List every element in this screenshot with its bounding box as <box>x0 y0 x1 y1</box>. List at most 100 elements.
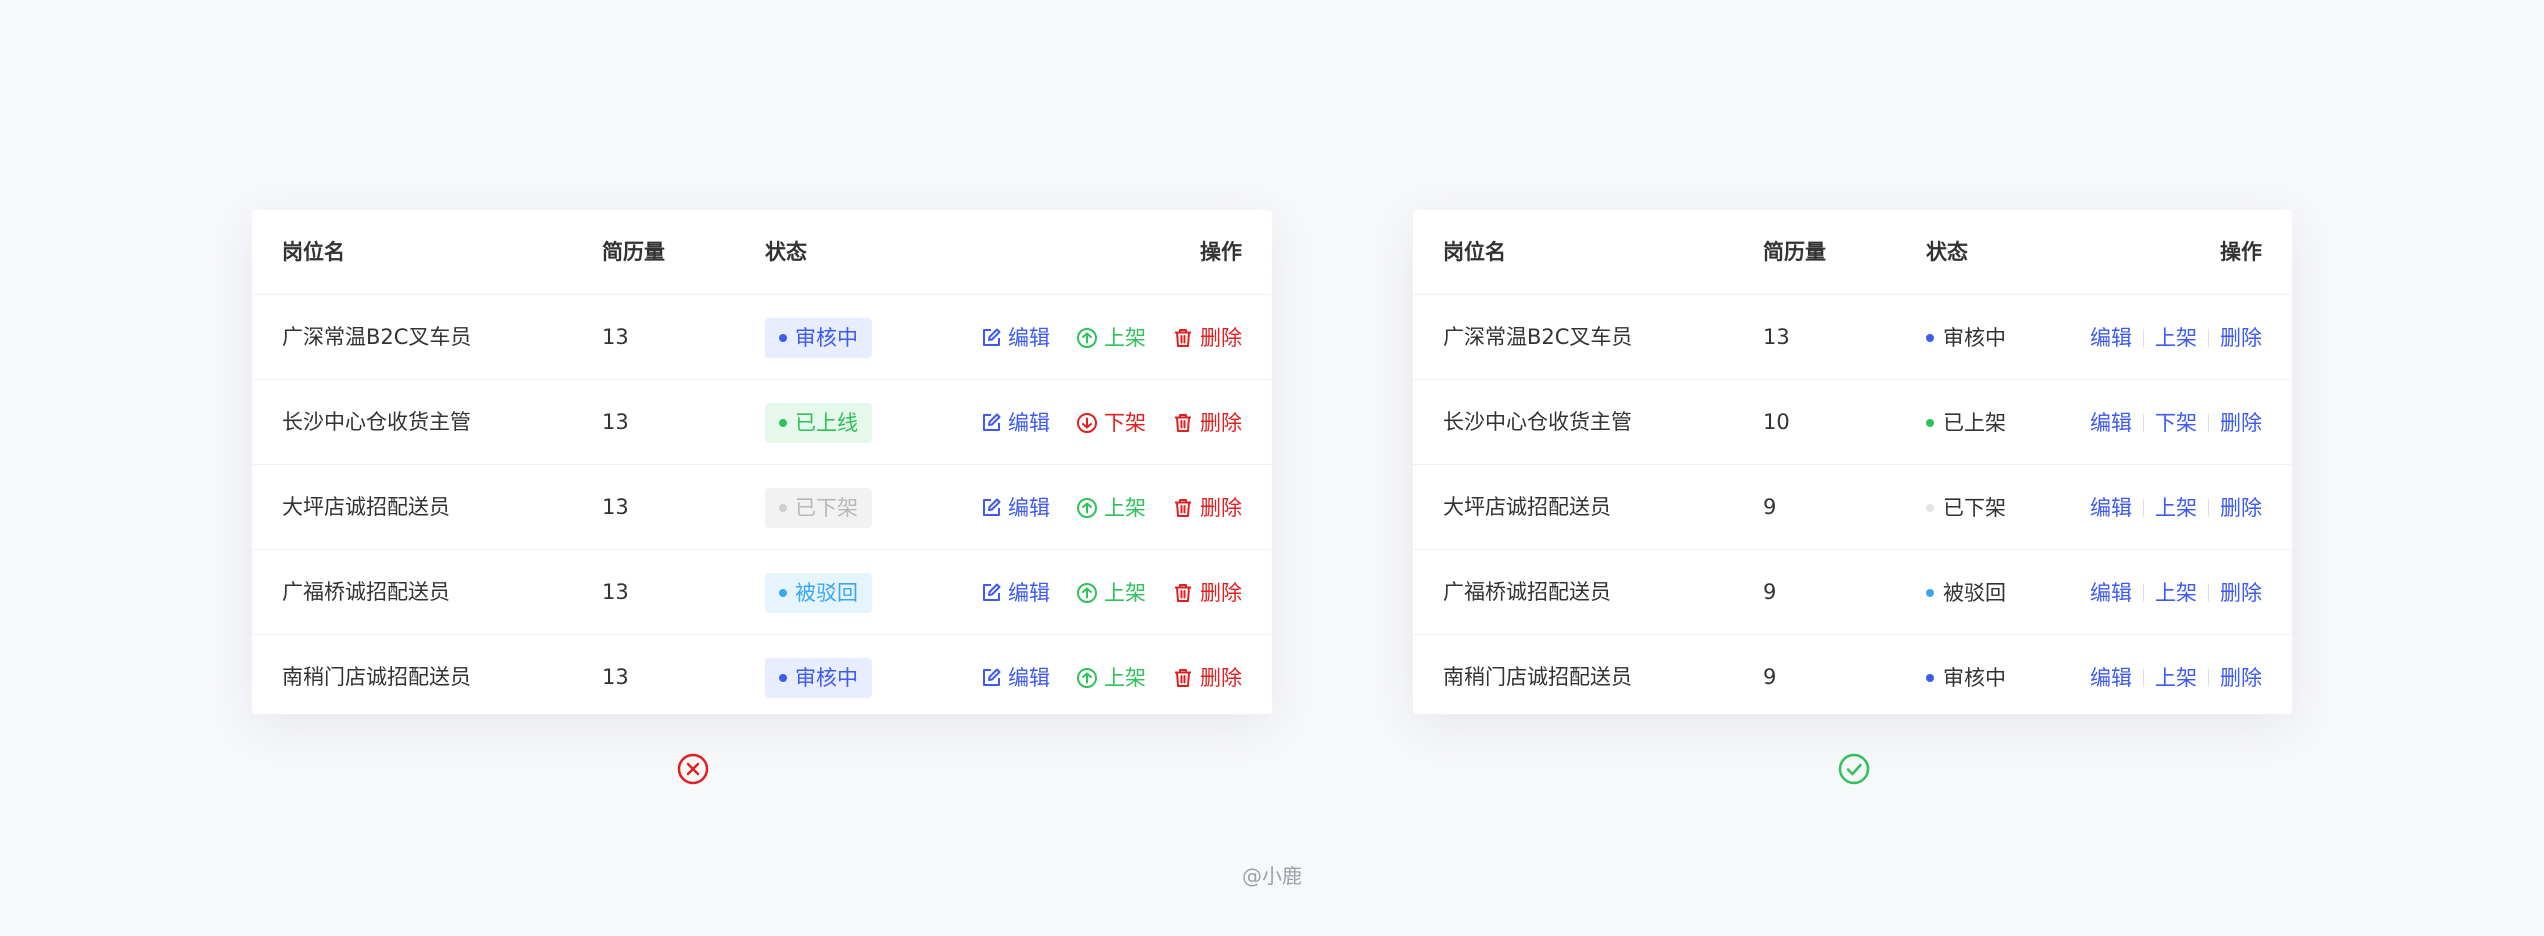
publish-link[interactable]: 上架 <box>2155 326 2197 350</box>
edit-button[interactable]: 编辑 <box>980 296 1050 380</box>
table-row: 大坪店诚招配送员 13 已下架 编辑 上架 删除 <box>252 465 1272 550</box>
delete-link[interactable]: 删除 <box>2220 581 2262 605</box>
status-dot <box>1926 334 1934 342</box>
delete-button[interactable]: 删除 <box>1172 551 1242 635</box>
resume-count: 9 <box>1763 495 1777 519</box>
edit-button[interactable]: 编辑 <box>980 636 1050 714</box>
column-header-ops: 操作 <box>1200 240 1242 264</box>
action-divider <box>2143 584 2144 602</box>
status-cell: 审核中 <box>1926 635 2006 714</box>
status-label: 被驳回 <box>795 581 858 605</box>
delete-button[interactable]: 删除 <box>1172 296 1242 380</box>
trash-icon <box>1175 499 1191 517</box>
resume-count: 13 <box>1763 325 1790 349</box>
edit-button[interactable]: 编辑 <box>980 381 1050 465</box>
publish-link[interactable]: 上架 <box>2155 581 2197 605</box>
status-dot <box>1926 419 1934 427</box>
edit-icon <box>983 498 1001 516</box>
status-indicator: 审核中 <box>1926 636 2006 714</box>
row-actions: 编辑 下架 删除 <box>980 380 1242 464</box>
status-dot <box>779 419 787 427</box>
edit-button-label: 编辑 <box>1008 581 1050 605</box>
status-label: 审核中 <box>1943 326 2006 350</box>
table-row: 长沙中心仓收货主管 13 已上线 编辑 下架 删除 <box>252 380 1272 465</box>
status-label: 已下架 <box>795 496 858 520</box>
column-header-status: 状态 <box>1926 240 1968 264</box>
publish-button-label: 上架 <box>1104 496 1146 520</box>
delete-link[interactable]: 删除 <box>2220 666 2262 690</box>
delete-link[interactable]: 删除 <box>2220 326 2262 350</box>
status-label: 审核中 <box>795 326 858 350</box>
column-header-count: 简历量 <box>1763 240 1826 264</box>
status-label: 审核中 <box>795 666 858 690</box>
edit-button-label: 编辑 <box>1008 326 1050 350</box>
trash-icon <box>1175 584 1191 602</box>
edit-link[interactable]: 编辑 <box>2090 326 2132 350</box>
job-name: 大坪店诚招配送员 <box>1443 495 1611 519</box>
edit-button[interactable]: 编辑 <box>980 551 1050 635</box>
delete-button[interactable]: 删除 <box>1172 466 1242 550</box>
row-actions: 编辑 上架 删除 <box>980 635 1242 714</box>
delete-button[interactable]: 删除 <box>1172 636 1242 714</box>
status-tag: 审核中 <box>765 658 872 698</box>
action-divider <box>2143 329 2144 347</box>
delete-link[interactable]: 删除 <box>2220 411 2262 435</box>
column-header-name: 岗位名 <box>282 240 345 264</box>
delete-button-label: 删除 <box>1200 326 1242 350</box>
edit-link[interactable]: 编辑 <box>2090 581 2132 605</box>
status-indicator: 审核中 <box>1926 296 2006 380</box>
status-dot <box>779 334 787 342</box>
author-credit: @小鹿 <box>1242 864 1302 888</box>
status-cell: 已下架 <box>1926 465 2006 549</box>
delete-link[interactable]: 删除 <box>2220 496 2262 520</box>
publish-button-label: 上架 <box>1104 581 1146 605</box>
status-cell: 被驳回 <box>765 550 872 634</box>
status-indicator: 已下架 <box>1926 466 2006 550</box>
table-row: 广深常温B2C叉车员 13 审核中 编辑 上架 删除 <box>252 295 1272 380</box>
column-header-count: 简历量 <box>602 240 665 264</box>
publish-button[interactable]: 上架 <box>1076 296 1146 380</box>
column-header-ops: 操作 <box>2220 240 2262 264</box>
delete-button-label: 删除 <box>1200 496 1242 520</box>
edit-button[interactable]: 编辑 <box>980 466 1050 550</box>
row-actions: 编辑 上架 删除 <box>2090 635 2262 714</box>
arrow-up-circle-icon <box>1077 498 1097 518</box>
publish-link[interactable]: 上架 <box>2155 666 2197 690</box>
status-cell: 已上架 <box>1926 380 2006 464</box>
unpublish-link[interactable]: 下架 <box>2155 411 2197 435</box>
resume-count: 13 <box>602 325 629 349</box>
publish-link[interactable]: 上架 <box>2155 496 2197 520</box>
status-dot <box>1926 674 1934 682</box>
status-indicator: 被驳回 <box>1926 551 2006 635</box>
edit-link[interactable]: 编辑 <box>2090 411 2132 435</box>
status-label: 被驳回 <box>1943 581 2006 605</box>
resume-count: 10 <box>1763 410 1790 434</box>
delete-button[interactable]: 删除 <box>1172 381 1242 465</box>
unpublish-button[interactable]: 下架 <box>1076 381 1146 465</box>
job-name: 长沙中心仓收货主管 <box>282 410 471 434</box>
publish-button[interactable]: 上架 <box>1076 466 1146 550</box>
edit-icon <box>983 328 1001 346</box>
trash-icon <box>1175 414 1191 432</box>
action-divider <box>2208 414 2209 432</box>
table-row: 广福桥诚招配送员 13 被驳回 编辑 上架 删除 <box>252 550 1272 635</box>
publish-button[interactable]: 上架 <box>1076 551 1146 635</box>
action-divider <box>2208 669 2209 687</box>
unpublish-button-label: 下架 <box>1104 411 1146 435</box>
job-name: 广深常温B2C叉车员 <box>282 325 472 349</box>
arrow-up-circle-icon <box>1077 668 1097 688</box>
status-indicator: 已上架 <box>1926 381 2006 465</box>
edit-link[interactable]: 编辑 <box>2090 496 2132 520</box>
publish-button[interactable]: 上架 <box>1076 636 1146 714</box>
table-row: 广深常温B2C叉车员 13 审核中 编辑 上架 删除 <box>1413 295 2292 380</box>
action-divider <box>2143 414 2144 432</box>
job-name: 长沙中心仓收货主管 <box>1443 410 1632 434</box>
job-name: 广福桥诚招配送员 <box>1443 580 1611 604</box>
check-circle-icon <box>1838 753 1870 785</box>
edit-link[interactable]: 编辑 <box>2090 666 2132 690</box>
resume-count: 13 <box>602 495 629 519</box>
delete-button-label: 删除 <box>1200 411 1242 435</box>
status-cell: 审核中 <box>765 295 872 379</box>
row-actions: 编辑 上架 删除 <box>2090 465 2262 549</box>
status-label: 审核中 <box>1943 666 2006 690</box>
